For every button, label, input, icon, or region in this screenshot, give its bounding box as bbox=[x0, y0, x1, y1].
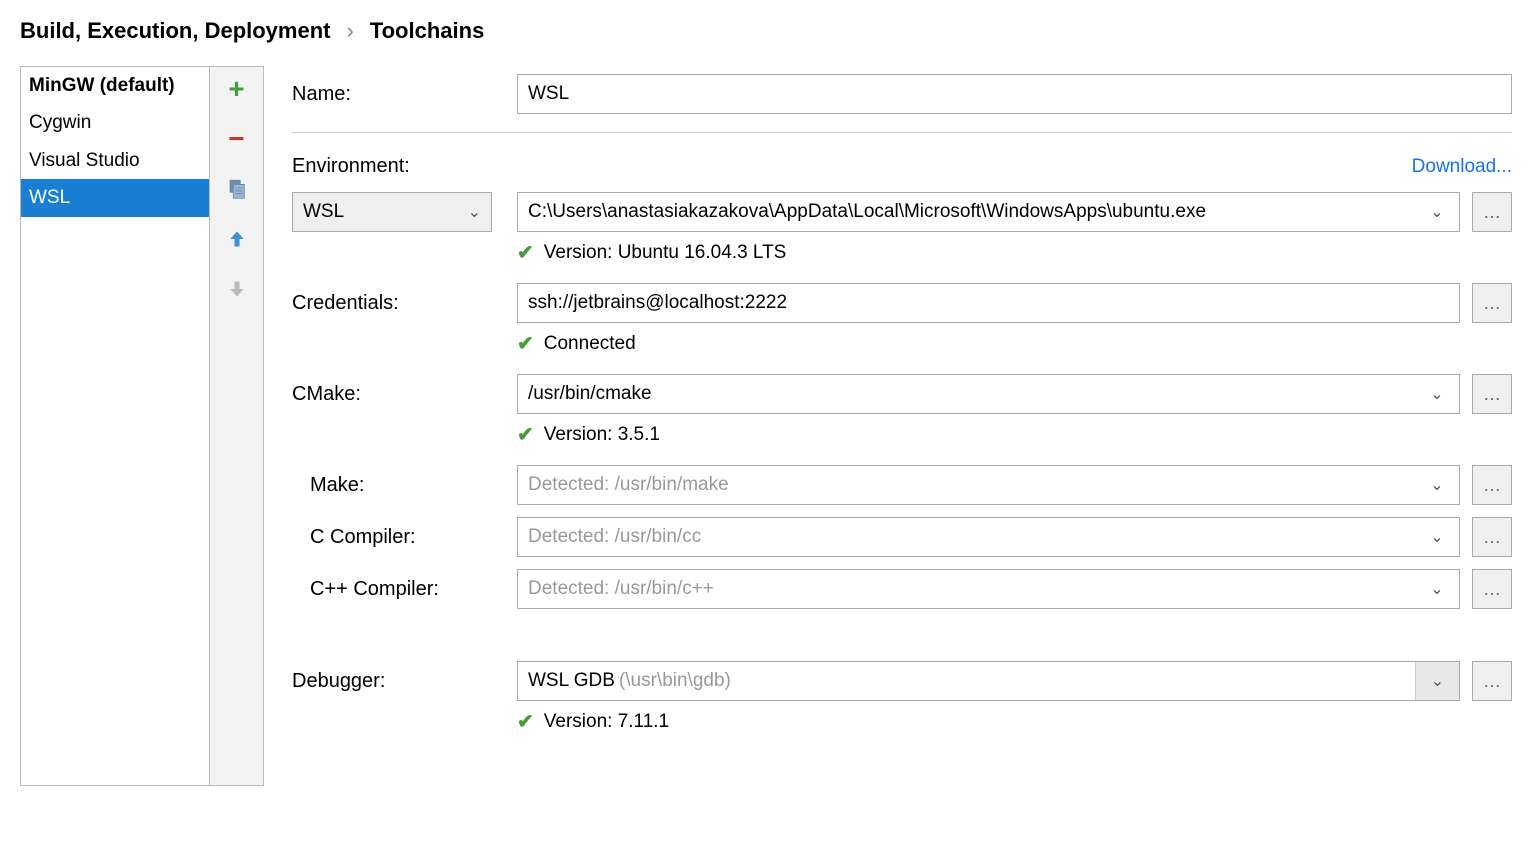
move-up-button[interactable] bbox=[219, 223, 255, 255]
chevron-right-icon: › bbox=[346, 18, 353, 44]
chevron-down-icon: ⌄ bbox=[1430, 475, 1443, 495]
browse-button[interactable]: … bbox=[1472, 517, 1512, 557]
name-input[interactable] bbox=[517, 74, 1512, 114]
copy-icon bbox=[226, 178, 248, 200]
chevron-down-icon: ⌄ bbox=[468, 202, 481, 222]
toolchain-list-panel: MinGW (default) Cygwin Visual Studio WSL… bbox=[20, 66, 264, 786]
env-type-value: WSL bbox=[303, 201, 344, 223]
environment-path-select[interactable]: C:\Users\anastasiakazakova\AppData\Local… bbox=[517, 192, 1460, 232]
c-compiler-label: C Compiler: bbox=[292, 526, 517, 549]
browse-button[interactable]: … bbox=[1472, 283, 1512, 323]
copy-button[interactable] bbox=[219, 173, 255, 205]
credentials-status: ✔ Connected bbox=[517, 331, 1512, 356]
list-item[interactable]: Visual Studio bbox=[21, 142, 209, 179]
chevron-down-icon: ⌄ bbox=[1430, 384, 1443, 404]
breadcrumb-parent[interactable]: Build, Execution, Deployment bbox=[20, 18, 330, 44]
credentials-input[interactable] bbox=[517, 283, 1460, 323]
check-icon: ✔ bbox=[517, 240, 534, 265]
cmake-label: CMake: bbox=[292, 383, 517, 406]
list-toolbar: + − bbox=[210, 66, 264, 786]
name-label: Name: bbox=[292, 83, 517, 106]
separator bbox=[292, 132, 1512, 133]
debugger-label: Debugger: bbox=[292, 670, 517, 693]
list-item[interactable]: MinGW (default) bbox=[21, 67, 209, 104]
breadcrumb: Build, Execution, Deployment › Toolchain… bbox=[0, 0, 1532, 66]
chevron-down-icon: ⌄ bbox=[1431, 671, 1444, 691]
check-icon: ✔ bbox=[517, 422, 534, 447]
cmake-status: ✔ Version: 3.5.1 bbox=[517, 422, 1512, 447]
environment-status: ✔ Version: Ubuntu 16.04.3 LTS bbox=[517, 240, 1512, 265]
arrow-down-icon bbox=[227, 279, 247, 299]
environment-label: Environment: bbox=[292, 155, 410, 178]
chevron-down-icon: ⌄ bbox=[1430, 579, 1443, 599]
chevron-down-icon: ⌄ bbox=[1430, 202, 1443, 222]
env-path-value: C:\Users\anastasiakazakova\AppData\Local… bbox=[528, 201, 1206, 223]
ellipsis-icon: … bbox=[1483, 475, 1501, 496]
ellipsis-icon: … bbox=[1483, 384, 1501, 405]
toolchain-list[interactable]: MinGW (default) Cygwin Visual Studio WSL bbox=[20, 66, 210, 786]
browse-button[interactable]: … bbox=[1472, 374, 1512, 414]
ellipsis-icon: … bbox=[1483, 579, 1501, 600]
browse-button[interactable]: … bbox=[1472, 569, 1512, 609]
browse-button[interactable]: … bbox=[1472, 192, 1512, 232]
breadcrumb-current: Toolchains bbox=[370, 18, 485, 44]
list-item[interactable]: WSL bbox=[21, 179, 209, 216]
chevron-down-icon: ⌄ bbox=[1430, 527, 1443, 547]
check-icon: ✔ bbox=[517, 331, 534, 356]
debugger-status: ✔ Version: 7.11.1 bbox=[517, 709, 1512, 734]
download-link[interactable]: Download... bbox=[1412, 156, 1512, 178]
cmake-select[interactable]: /usr/bin/cmake ⌄ bbox=[517, 374, 1460, 414]
c-compiler-select[interactable]: Detected: /usr/bin/cc ⌄ bbox=[517, 517, 1460, 557]
list-item[interactable]: Cygwin bbox=[21, 104, 209, 141]
check-icon: ✔ bbox=[517, 709, 534, 734]
remove-button[interactable]: − bbox=[219, 123, 255, 155]
ellipsis-icon: … bbox=[1483, 293, 1501, 314]
move-down-button bbox=[219, 273, 255, 305]
credentials-label: Credentials: bbox=[292, 292, 517, 315]
ellipsis-icon: … bbox=[1483, 202, 1501, 223]
make-select[interactable]: Detected: /usr/bin/make ⌄ bbox=[517, 465, 1460, 505]
browse-button[interactable]: … bbox=[1472, 465, 1512, 505]
add-button[interactable]: + bbox=[219, 73, 255, 105]
browse-button[interactable]: … bbox=[1472, 661, 1512, 701]
cpp-compiler-select[interactable]: Detected: /usr/bin/c++ ⌄ bbox=[517, 569, 1460, 609]
arrow-up-icon bbox=[227, 229, 247, 249]
ellipsis-icon: … bbox=[1483, 671, 1501, 692]
environment-type-select[interactable]: WSL ⌄ bbox=[292, 192, 492, 232]
debugger-select[interactable]: WSL GDB (\usr\bin\gdb) ⌄ bbox=[517, 661, 1460, 701]
cpp-compiler-label: C++ Compiler: bbox=[292, 578, 517, 601]
ellipsis-icon: … bbox=[1483, 527, 1501, 548]
make-label: Make: bbox=[292, 474, 517, 497]
